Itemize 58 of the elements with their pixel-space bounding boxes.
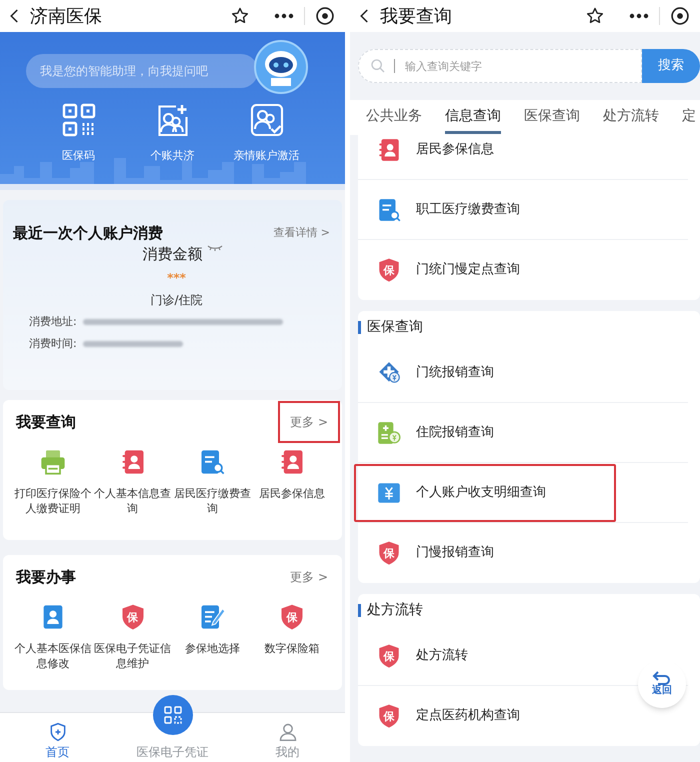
list-item-label[interactable]: 处方流转 xyxy=(416,646,468,666)
section-title: 医保查询 xyxy=(367,318,423,336)
more-icon xyxy=(629,13,649,19)
service-label[interactable]: 数字保险箱 xyxy=(252,641,332,656)
search-field[interactable]: 输入查询关键字 xyxy=(358,49,642,83)
category-tab[interactable]: 公共业务 xyxy=(366,106,422,134)
more-link[interactable]: 更多 > xyxy=(278,556,340,598)
service-label[interactable]: 打印医疗保险个人缴费证明 xyxy=(13,486,92,516)
printer-icon xyxy=(38,448,67,476)
quick-action-label[interactable]: 医保码 xyxy=(62,148,95,164)
list-item-label[interactable]: 居民参保信息 xyxy=(416,140,494,160)
quick-action-label[interactable]: 个账共济 xyxy=(150,148,194,164)
shield-plus-icon xyxy=(48,722,68,742)
list-item-label[interactable]: 职工医疗缴费查询 xyxy=(416,200,520,220)
details-link[interactable]: 查看详情 > xyxy=(273,225,330,242)
search-icon xyxy=(370,58,386,74)
page-title: 济南医保 xyxy=(30,4,103,28)
qr-code-button-icon[interactable] xyxy=(152,695,192,735)
people-check-icon xyxy=(248,102,284,138)
service-label[interactable]: 参保地选择 xyxy=(172,641,252,656)
robot-icon xyxy=(254,40,308,94)
visit-type: 门诊/住院 xyxy=(149,292,204,309)
field-label: 消费时间: xyxy=(29,336,78,352)
service-label[interactable]: 个人基本信息查询 xyxy=(93,486,172,516)
amount-value: *** xyxy=(166,270,187,287)
service-label[interactable]: 居民参保信息 xyxy=(252,486,332,501)
category-tab[interactable]: 医保查询 xyxy=(524,106,580,134)
category-tab[interactable]: 定 xyxy=(682,106,696,134)
category-tab[interactable]: 处方流转 xyxy=(603,106,659,134)
star-icon xyxy=(230,6,250,26)
section-title: 处方流转 xyxy=(367,600,423,620)
field-label: 消费地址: xyxy=(29,314,78,330)
eye-closed-icon xyxy=(206,244,222,250)
list-item-label[interactable]: 门统报销查询 xyxy=(416,362,494,382)
record-icon xyxy=(315,6,335,26)
list-item-label[interactable]: 门统门慢定点查询 xyxy=(416,260,520,280)
list-item-label[interactable]: 住院报销查询 xyxy=(416,422,494,442)
list-item-label[interactable]: 个人账户收支明细查询 xyxy=(416,482,546,502)
list-item-label[interactable]: 定点医药机构查询 xyxy=(416,706,520,726)
page-title: 我要查询 xyxy=(380,4,453,28)
more-icon xyxy=(274,13,294,19)
star-icon xyxy=(585,6,605,26)
service-label[interactable]: 个人基本医保信息修改 xyxy=(13,641,92,671)
service-label[interactable]: 居民医疗缴费查询 xyxy=(172,486,252,516)
undo-arrow-icon xyxy=(652,671,672,685)
service-label[interactable]: 医保电子凭证信息维护 xyxy=(93,641,172,671)
nav-tab[interactable]: 首页 xyxy=(46,745,70,759)
amount-label: 消费金额 xyxy=(142,244,202,264)
section-title: 我要查询 xyxy=(14,412,76,433)
record-icon xyxy=(670,6,690,26)
list-item-label[interactable]: 门慢报销查询 xyxy=(416,543,494,563)
card-title: 最近一次个人账户消费 xyxy=(13,223,163,244)
quick-action-label[interactable]: 亲情账户激活 xyxy=(234,148,300,164)
bill-coin-icon xyxy=(376,420,402,446)
section-title: 我要办事 xyxy=(14,566,76,588)
person-icon xyxy=(278,722,298,742)
more-link[interactable]: 更多 > xyxy=(278,401,340,443)
qr-code-icon xyxy=(60,102,96,138)
